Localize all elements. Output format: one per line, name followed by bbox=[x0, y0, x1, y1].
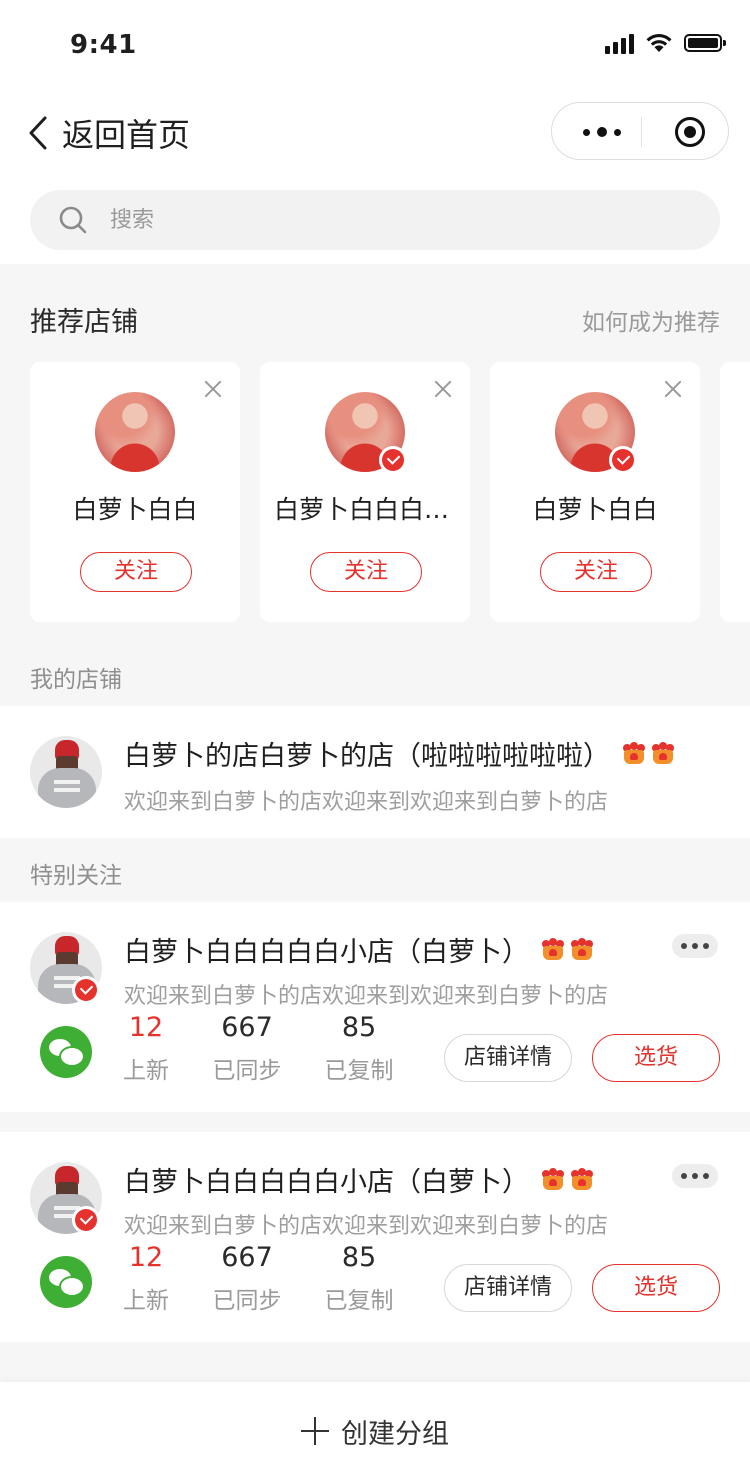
crown-icon bbox=[651, 741, 675, 765]
shop-description: 欢迎来到白萝卜的店欢迎来到欢迎来到白萝卜的店 bbox=[124, 984, 609, 1009]
crown-icon bbox=[541, 1167, 565, 1191]
back-label: 返回首页 bbox=[62, 116, 191, 154]
follow-button[interactable]: 关注 bbox=[310, 552, 422, 592]
mini-program-capsule bbox=[551, 102, 729, 160]
close-icon[interactable] bbox=[434, 380, 452, 398]
shop-title-text: 白萝卜白白白白白小店（白萝卜） bbox=[124, 1167, 529, 1198]
stat-label: 已同步 bbox=[212, 1058, 282, 1084]
target-icon[interactable] bbox=[675, 117, 705, 147]
follow-button[interactable]: 关注 bbox=[540, 552, 652, 592]
status-time: 9:41 bbox=[70, 30, 137, 60]
stat-value: 667 bbox=[221, 1242, 273, 1273]
stat-synced: 667 已同步 bbox=[206, 1242, 288, 1315]
stat-value: 85 bbox=[341, 1012, 377, 1043]
shop-title: 白萝卜白白白白白小店（白萝卜） bbox=[124, 1160, 594, 1199]
avatar bbox=[30, 736, 102, 808]
plus-icon bbox=[301, 1417, 329, 1445]
search-bar[interactable] bbox=[30, 190, 720, 250]
bottom-bar: 创建分组 bbox=[0, 1382, 750, 1480]
crown-badges bbox=[541, 1167, 594, 1191]
shop-title-text: 白萝卜白白白白白小店（白萝卜） bbox=[124, 937, 529, 968]
stat-new: 12 上新 bbox=[112, 1012, 180, 1085]
shop-title-text: 白萝卜的店白萝卜的店（啦啦啦啦啦啦） bbox=[124, 741, 610, 772]
follow-button[interactable]: 关注 bbox=[80, 552, 192, 592]
shop-description: 欢迎来到白萝卜的店欢迎来到欢迎来到白萝卜的店 bbox=[124, 1214, 609, 1239]
shop-detail-button[interactable]: 店铺详情 bbox=[444, 1264, 572, 1312]
avatar bbox=[325, 392, 407, 474]
stat-label: 上新 bbox=[123, 1058, 169, 1084]
avatar bbox=[555, 392, 637, 474]
create-group-label: 创建分组 bbox=[341, 1418, 449, 1450]
more-options-button[interactable] bbox=[672, 934, 718, 958]
stat-label: 已同步 bbox=[212, 1288, 282, 1314]
close-icon[interactable] bbox=[204, 380, 222, 398]
recommend-card[interactable]: 白萝卜白白 关注 bbox=[490, 362, 700, 622]
followed-shop-row[interactable]: 白萝卜白白白白白小店（白萝卜） 欢迎来到白萝卜的店欢迎来到欢迎来到白萝卜的店 1… bbox=[0, 1132, 750, 1342]
card-shop-name: 白萝卜白白 bbox=[532, 495, 658, 524]
recommend-card[interactable]: 白萝卜白白 关注 bbox=[30, 362, 240, 622]
shop-detail-button[interactable]: 店铺详情 bbox=[444, 1034, 572, 1082]
wechat-icon[interactable] bbox=[40, 1026, 92, 1078]
verified-badge-icon bbox=[72, 1206, 100, 1234]
more-options-button[interactable] bbox=[672, 1164, 718, 1188]
special-follow-section-label: 特别关注 bbox=[30, 863, 122, 889]
recommend-card-partial[interactable] bbox=[720, 362, 750, 622]
stat-value: 12 bbox=[128, 1012, 164, 1043]
pick-goods-button[interactable]: 选货 bbox=[592, 1264, 720, 1312]
crown-badges bbox=[541, 937, 594, 961]
close-icon[interactable] bbox=[664, 380, 682, 398]
stat-label: 已复制 bbox=[324, 1058, 394, 1084]
shop-title: 白萝卜的店白萝卜的店（啦啦啦啦啦啦） bbox=[124, 734, 675, 773]
more-dots-icon[interactable] bbox=[572, 103, 632, 161]
shop-description: 欢迎来到白萝卜的店欢迎来到欢迎来到白萝卜的店 bbox=[124, 790, 609, 815]
stat-value: 85 bbox=[341, 1242, 377, 1273]
wechat-icon[interactable] bbox=[40, 1256, 92, 1308]
pick-goods-button[interactable]: 选货 bbox=[592, 1034, 720, 1082]
avatar-image bbox=[95, 392, 175, 472]
header: 9:41 返回首页 bbox=[0, 0, 750, 264]
stat-value: 12 bbox=[128, 1242, 164, 1273]
avatar bbox=[95, 392, 175, 472]
my-shop-section-label: 我的店铺 bbox=[30, 667, 122, 693]
verified-badge-icon bbox=[609, 446, 637, 474]
recommend-title: 推荐店铺 bbox=[30, 307, 138, 338]
crown-icon bbox=[622, 741, 646, 765]
signal-icon bbox=[605, 32, 634, 54]
card-shop-name: 白萝卜白白白白白 bbox=[274, 495, 470, 524]
battery-icon bbox=[684, 34, 726, 52]
crown-icon bbox=[541, 937, 565, 961]
recommend-cards: 白萝卜白白 关注 白萝卜白白白白白 关注 白萝卜白白 关注 bbox=[30, 362, 750, 622]
stat-label: 已复制 bbox=[324, 1288, 394, 1314]
crown-icon bbox=[570, 937, 594, 961]
my-shop-row[interactable]: 白萝卜的店白萝卜的店（啦啦啦啦啦啦） 欢迎来到白萝卜的店欢迎来到欢迎来到白萝卜的… bbox=[0, 706, 750, 838]
crown-badges bbox=[622, 741, 675, 765]
search-input[interactable] bbox=[108, 206, 672, 234]
back-chevron-icon bbox=[29, 116, 47, 150]
verified-badge-icon bbox=[72, 976, 100, 1004]
status-icons bbox=[605, 32, 726, 54]
stat-copied: 85 已复制 bbox=[318, 1012, 400, 1085]
back-button[interactable]: 返回首页 bbox=[28, 110, 190, 156]
shop-title: 白萝卜白白白白白小店（白萝卜） bbox=[124, 930, 594, 969]
capsule-divider bbox=[641, 117, 642, 147]
followed-shop-row[interactable]: 白萝卜白白白白白小店（白萝卜） 欢迎来到白萝卜的店欢迎来到欢迎来到白萝卜的店 1… bbox=[0, 902, 750, 1112]
wifi-icon bbox=[646, 33, 672, 52]
stat-label: 上新 bbox=[123, 1288, 169, 1314]
stat-new: 12 上新 bbox=[112, 1242, 180, 1315]
crown-icon bbox=[570, 1167, 594, 1191]
search-icon bbox=[59, 206, 87, 234]
create-group-button[interactable]: 创建分组 bbox=[0, 1382, 750, 1480]
stat-copied: 85 已复制 bbox=[318, 1242, 400, 1315]
verified-badge-icon bbox=[379, 446, 407, 474]
recommend-card[interactable]: 白萝卜白白白白白 关注 bbox=[260, 362, 470, 622]
card-shop-name: 白萝卜白白 bbox=[72, 495, 198, 524]
stat-synced: 667 已同步 bbox=[206, 1012, 288, 1085]
how-to-be-recommended-link[interactable]: 如何成为推荐 bbox=[582, 303, 720, 337]
stat-value: 667 bbox=[221, 1012, 273, 1043]
